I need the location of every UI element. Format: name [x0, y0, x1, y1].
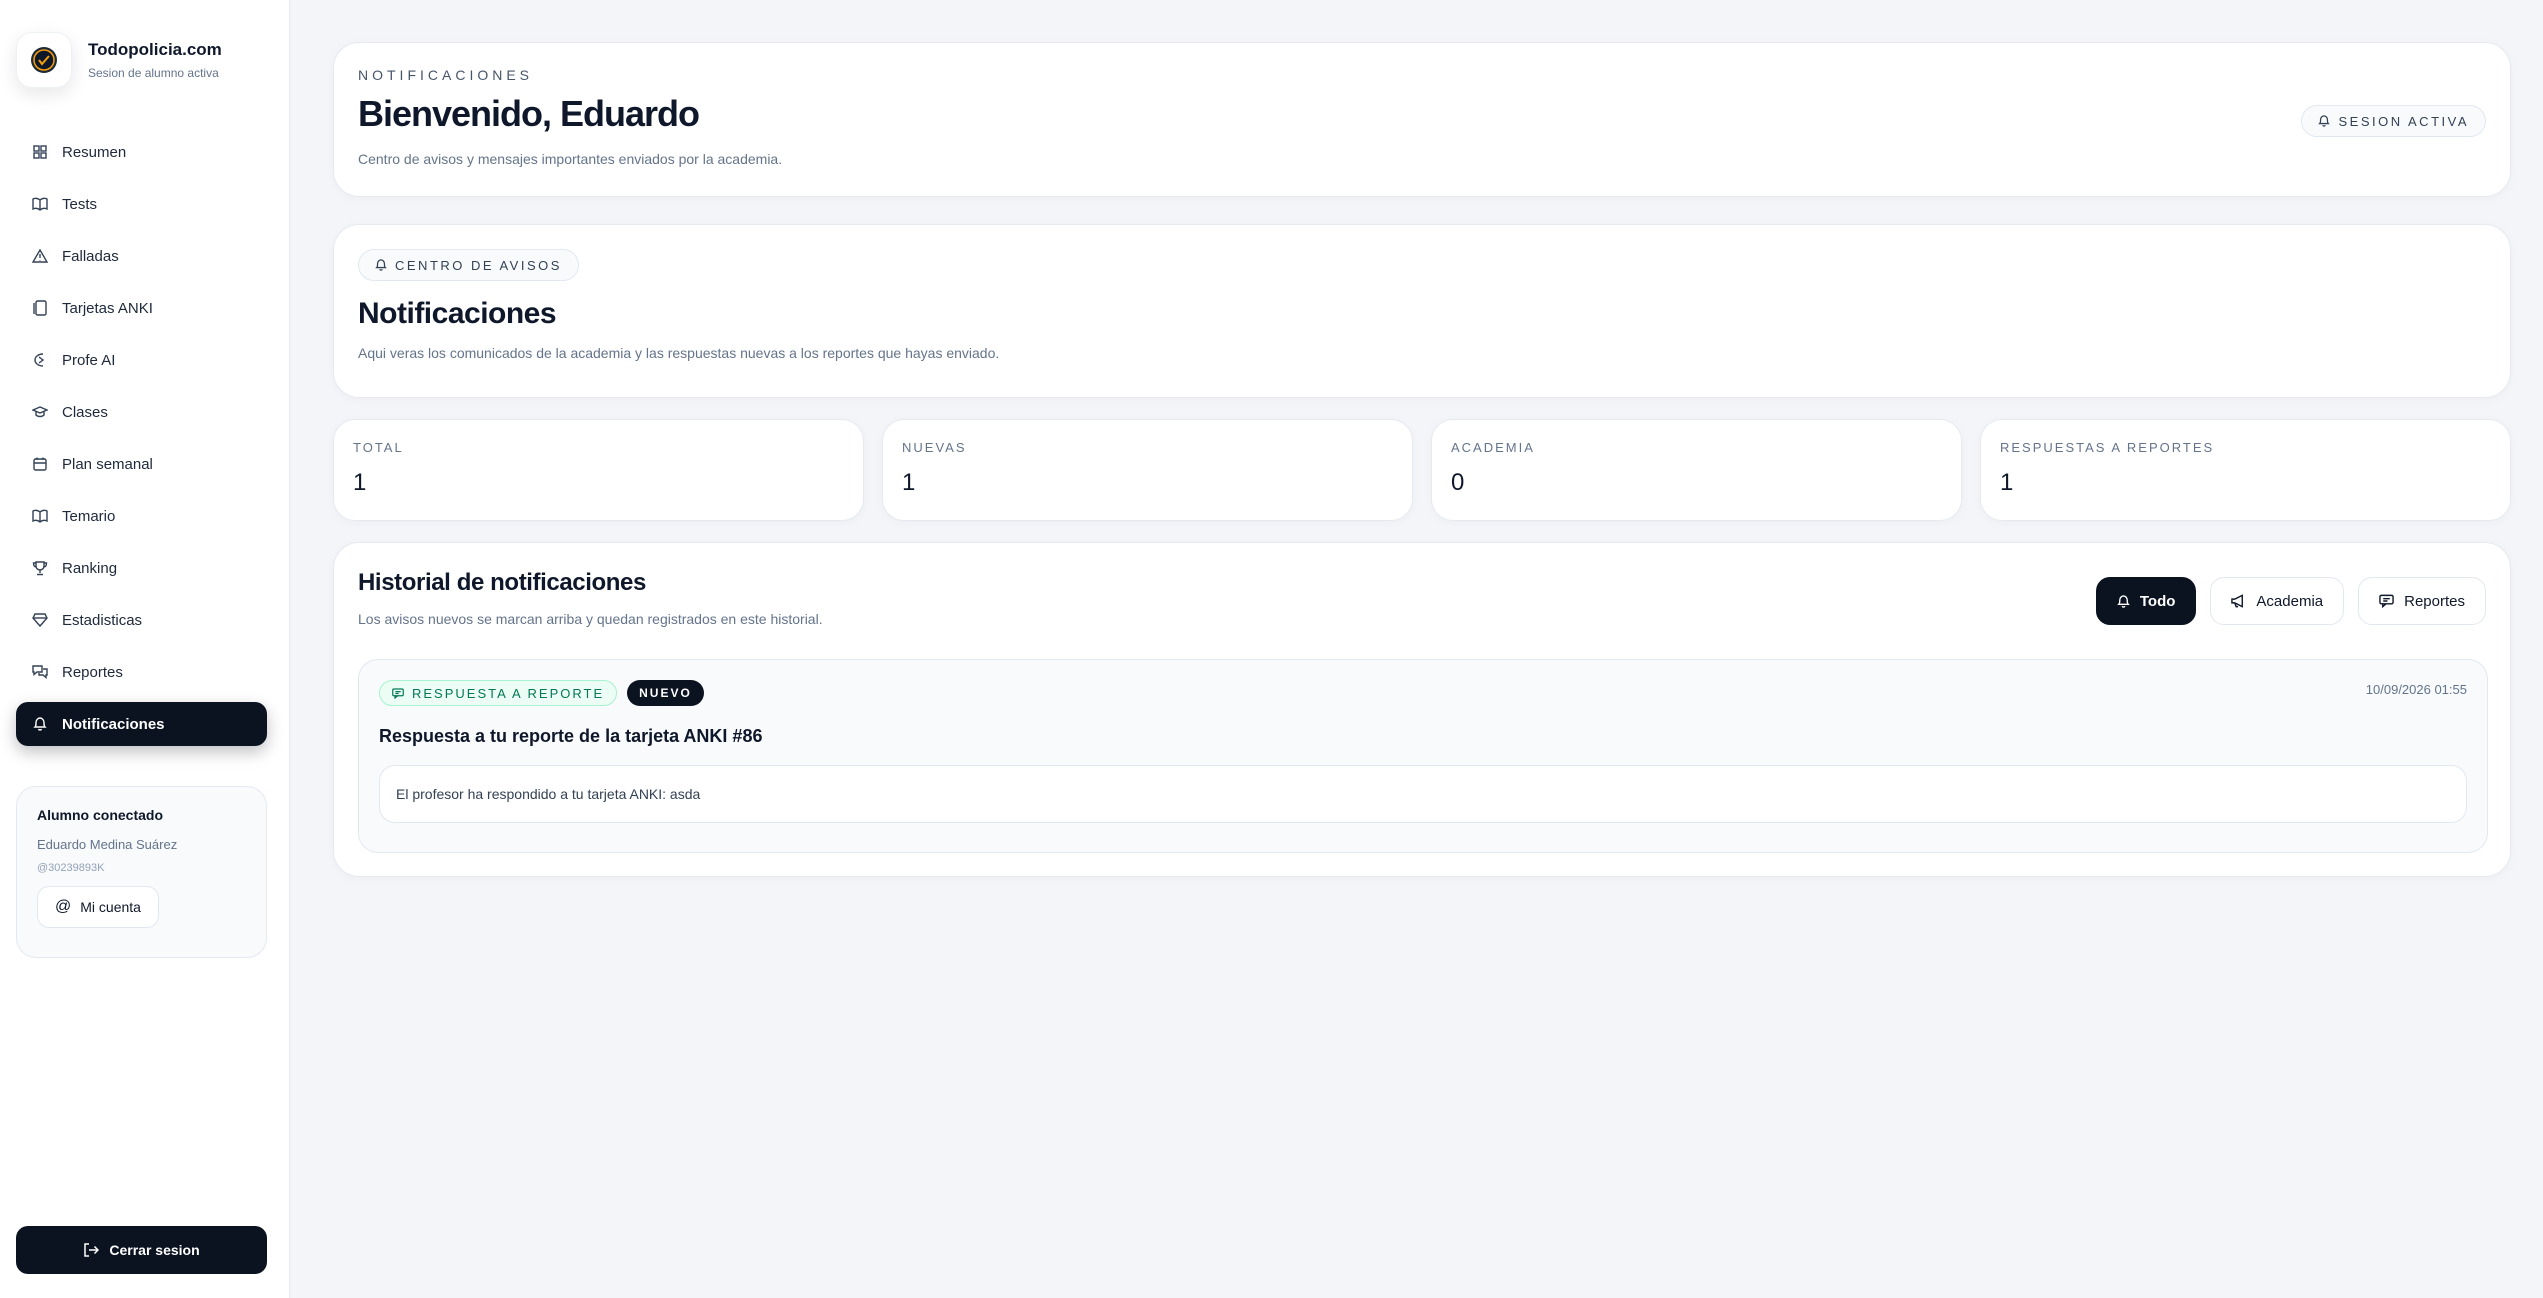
chat-icon	[392, 687, 404, 699]
sidebar-item-profe-ai[interactable]: Profe AI	[16, 338, 267, 382]
warning-icon	[32, 248, 48, 264]
notification-type-label: RESPUESTA A REPORTE	[412, 685, 605, 701]
sidebar-item-falladas[interactable]: Falladas	[16, 234, 267, 278]
welcome-card: NOTIFICACIONES Bienvenido, Eduardo Centr…	[333, 42, 2511, 197]
at-sign-icon: @	[55, 898, 72, 915]
book-open-icon	[32, 508, 48, 524]
sidebar-item-label: Plan semanal	[62, 455, 153, 473]
ai-icon	[32, 352, 48, 368]
sidebar-item-temario[interactable]: Temario	[16, 494, 267, 538]
calendar-icon	[32, 456, 48, 472]
filter-reportes-button[interactable]: Reportes	[2358, 577, 2486, 625]
sidebar-item-label: Profe AI	[62, 351, 116, 369]
stat-academia: ACADEMIA 0	[1431, 419, 1962, 521]
page-eyebrow: NOTIFICACIONES	[358, 67, 534, 83]
sidebar-item-label: Resumen	[62, 143, 127, 161]
my-account-label: Mi cuenta	[80, 899, 141, 915]
brand-subtitle: Sesion de alumno activa	[88, 66, 219, 80]
session-status-label: SESION ACTIVA	[2338, 113, 2469, 129]
bell-icon	[2318, 114, 2331, 128]
notices-center-card: CENTRO DE AVISOS Notificaciones Aqui ver…	[333, 224, 2511, 398]
student-card: Alumno conectado Eduardo Medina Suárez @…	[16, 786, 267, 958]
filter-label: Academia	[2256, 592, 2324, 610]
badge-icon	[32, 612, 48, 628]
stat-label: TOTAL	[353, 440, 404, 455]
notification-status-badge: NUEVO	[627, 680, 704, 706]
filter-label: Reportes	[2404, 592, 2465, 610]
grid-icon	[32, 144, 48, 160]
page-title: Bienvenido, Eduardo	[358, 93, 700, 134]
chat-icon	[32, 664, 48, 680]
stat-respuestas-reportes: RESPUESTAS A REPORTES 1	[1980, 419, 2511, 521]
sidebar-item-label: Reportes	[62, 663, 123, 681]
sidebar-item-tarjetas-anki[interactable]: Tarjetas ANKI	[16, 286, 267, 330]
notices-center-badge: CENTRO DE AVISOS	[358, 249, 579, 281]
bell-icon	[2117, 594, 2130, 609]
student-id: @30239893K	[37, 862, 105, 874]
brand-title: Todopolicia.com	[88, 40, 222, 59]
sidebar-item-label: Tests	[62, 195, 98, 213]
section-description: Aqui veras los comunicados de la academi…	[358, 345, 1000, 361]
brand[interactable]: Todopolicia.com Sesion de alumno activa	[16, 32, 222, 88]
my-account-button[interactable]: @ Mi cuenta	[37, 886, 159, 928]
stat-value: 1	[2000, 469, 2014, 496]
stat-total: TOTAL 1	[333, 419, 864, 521]
sidebar-nav: Resumen Tests Falladas Tarjetas ANKI Pro…	[16, 130, 267, 754]
sidebar-item-label: Temario	[62, 507, 116, 525]
stat-value: 0	[1451, 469, 1465, 496]
page-description: Centro de avisos y mensajes importantes …	[358, 151, 783, 167]
sidebar-item-estadisticas[interactable]: Estadisticas	[16, 598, 267, 642]
sidebar-item-label: Ranking	[62, 559, 118, 577]
sidebar-item-resumen[interactable]: Resumen	[16, 130, 267, 174]
section-title: Notificaciones	[358, 297, 557, 330]
sidebar-item-label: Estadisticas	[62, 611, 143, 629]
police-badge-logo	[16, 32, 72, 88]
chat-icon	[2379, 594, 2394, 608]
sidebar: Todopolicia.com Sesion de alumno activa …	[0, 0, 290, 1298]
stat-nuevas: NUEVAS 1	[882, 419, 1413, 521]
student-card-title: Alumno conectado	[37, 807, 164, 823]
logout-button[interactable]: Cerrar sesion	[16, 1226, 267, 1274]
notification-date: 10/09/2026 01:55	[2365, 682, 2467, 697]
stat-label: ACADEMIA	[1451, 440, 1535, 455]
stat-value: 1	[353, 469, 367, 496]
cards-icon	[32, 300, 48, 316]
sidebar-item-label: Tarjetas ANKI	[62, 299, 153, 317]
notification-tags: RESPUESTA A REPORTE NUEVO	[379, 680, 2467, 706]
sidebar-item-reportes[interactable]: Reportes	[16, 650, 267, 694]
sidebar-item-tests[interactable]: Tests	[16, 182, 267, 226]
bell-icon	[375, 258, 387, 272]
sidebar-item-label: Notificaciones	[62, 715, 165, 733]
graduation-cap-icon	[32, 404, 48, 420]
bell-icon	[32, 716, 48, 732]
sidebar-item-ranking[interactable]: Ranking	[16, 546, 267, 590]
logout-label: Cerrar sesion	[109, 1242, 200, 1258]
trophy-icon	[32, 560, 48, 576]
history-filters: Todo Academia Reportes	[2095, 577, 2486, 625]
sidebar-item-label: Falladas	[62, 247, 119, 265]
sidebar-item-label: Clases	[62, 403, 108, 421]
stat-value: 1	[902, 469, 916, 496]
sidebar-item-plan-semanal[interactable]: Plan semanal	[16, 442, 267, 486]
notification-type-badge: RESPUESTA A REPORTE	[379, 680, 618, 706]
stat-label: RESPUESTAS A REPORTES	[2000, 440, 2215, 455]
logout-icon	[83, 1243, 100, 1257]
sidebar-item-clases[interactable]: Clases	[16, 390, 267, 434]
filter-academia-button[interactable]: Academia	[2210, 577, 2345, 625]
sidebar-item-notificaciones[interactable]: Notificaciones	[16, 702, 267, 746]
filter-label: Todo	[2139, 592, 2176, 610]
filter-todo-button[interactable]: Todo	[2095, 577, 2197, 625]
notification-body: El profesor ha respondido a tu tarjeta A…	[379, 765, 2467, 823]
notification-title: Respuesta a tu reporte de la tarjeta ANK…	[379, 726, 763, 746]
notices-center-label: CENTRO DE AVISOS	[395, 257, 562, 273]
student-name: Eduardo Medina Suárez	[37, 837, 178, 852]
stats-row: TOTAL 1 NUEVAS 1 ACADEMIA 0 RESPUESTAS A…	[333, 419, 2511, 521]
book-icon	[32, 196, 48, 212]
megaphone-icon	[2231, 594, 2246, 608]
notification-item[interactable]: RESPUESTA A REPORTE NUEVO 10/09/2026 01:…	[358, 659, 2488, 853]
stat-label: NUEVAS	[902, 440, 967, 455]
notification-history-card: Historial de notificaciones Los avisos n…	[333, 542, 2511, 877]
session-status-badge: SESION ACTIVA	[2301, 105, 2486, 137]
